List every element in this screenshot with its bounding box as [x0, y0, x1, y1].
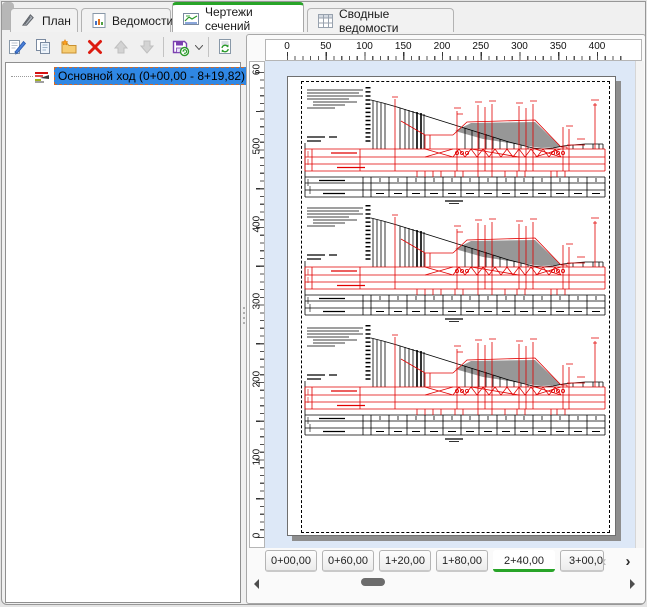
station-tabs-next-icon[interactable]: ›: [619, 552, 637, 572]
main-tab-bar: План Ведомости Чертежи сечений: [2, 2, 645, 32]
delete-icon: [86, 38, 104, 56]
scroll-right-icon[interactable]: [630, 579, 635, 589]
save-dropdown-button[interactable]: [193, 35, 205, 59]
toolbar-separator: [208, 37, 209, 57]
save-drawing-button[interactable]: [167, 35, 193, 59]
new-folder-icon: [60, 38, 78, 56]
sheet-margin-frame: [301, 81, 610, 533]
h-ruler-label: 350: [550, 41, 567, 52]
copy-button[interactable]: [30, 35, 56, 59]
arrow-up-icon: [113, 39, 129, 55]
drafting-tool-icon: [21, 13, 36, 28]
tab-label: План: [42, 14, 71, 28]
drawing-panel: 0 50 100 150 200 250 300 350 400 60 500 …: [246, 34, 646, 604]
tab-label: Чертежи сечений: [205, 5, 293, 33]
section-route-icon: [34, 70, 51, 83]
vertical-ruler: 60 500 400 300 200 100 0: [249, 61, 265, 548]
refresh-drawing-button[interactable]: [212, 35, 238, 59]
station-tab-label: 2+40,00: [504, 555, 544, 567]
station-tab-bar: 0+00,00 0+60,00 1+20,00 1+80,00 2+40,00 …: [265, 550, 604, 574]
horizontal-scrollbar[interactable]: [249, 576, 643, 591]
tab-label: Ведомости: [112, 14, 173, 28]
drawing-canvas[interactable]: [265, 61, 636, 548]
station-tab-label: 0+60,00: [328, 555, 368, 567]
move-down-button[interactable]: [134, 35, 160, 59]
tab-label: Сводные ведомости: [339, 7, 443, 35]
arrow-down-icon: [139, 39, 155, 55]
tree-item-label: Основной ход (0+00,00 - 8+19,82): [54, 67, 249, 85]
delete-button[interactable]: [82, 35, 108, 59]
h-ruler-label: 100: [356, 41, 373, 52]
station-tab-label: 1+80,00: [442, 555, 482, 567]
move-up-button[interactable]: [108, 35, 134, 59]
h-ruler-label: 50: [320, 41, 331, 52]
h-ruler-label: 300: [511, 41, 528, 52]
station-tab[interactable]: 0+60,00: [322, 550, 374, 572]
station-tab-label: 0+00,00: [271, 555, 311, 567]
edit-button[interactable]: [4, 35, 30, 59]
chevron-down-icon: [195, 45, 203, 50]
edit-icon: [8, 38, 27, 56]
h-ruler-minor-ticks: [287, 56, 627, 60]
h-ruler-label: 200: [434, 41, 451, 52]
station-tab-active[interactable]: 2+40,00: [493, 550, 555, 572]
tab-vedomosti[interactable]: Ведомости: [81, 8, 171, 32]
scrollbar-thumb[interactable]: [361, 578, 385, 586]
toolbar-separator: [163, 37, 164, 57]
sections-tree: Основной ход (0+00,00 - 8+19,82): [5, 62, 241, 603]
station-tab[interactable]: 1+80,00: [436, 550, 488, 572]
h-ruler-label: 150: [395, 41, 412, 52]
tab-svodnye-vedomosti[interactable]: Сводные ведомости: [307, 8, 454, 32]
splitter-grip-icon: [243, 304, 245, 327]
tab-chertezhi-sechenii[interactable]: Чертежи сечений: [172, 2, 304, 32]
scroll-left-icon[interactable]: [254, 579, 259, 589]
v-ruler-minor-ticks: [260, 72, 264, 538]
vertical-scrollbar[interactable]: [635, 61, 644, 548]
drawing-sheet: [287, 76, 616, 536]
summary-table-icon: [318, 14, 333, 28]
station-tabs-prev-icon[interactable]: ‹: [595, 552, 613, 572]
h-ruler-label: 400: [589, 41, 606, 52]
new-folder-button[interactable]: [56, 35, 82, 59]
tree-toolbar: [4, 34, 242, 60]
horizontal-ruler: 0 50 100 150 200 250 300 350 400: [265, 39, 642, 61]
copy-icon: [34, 38, 52, 56]
app-window: План Ведомости Чертежи сечений: [1, 1, 646, 605]
h-ruler-label: 0: [284, 41, 290, 52]
report-chart-icon: [92, 13, 106, 28]
station-tab-label: 1+20,00: [385, 555, 425, 567]
save-icon: [171, 38, 190, 57]
section-drawing-icon: [183, 12, 199, 26]
station-tab[interactable]: 1+20,00: [379, 550, 431, 572]
tab-plan[interactable]: План: [10, 8, 78, 32]
station-tab[interactable]: 0+00,00: [265, 550, 317, 572]
h-ruler-label: 250: [472, 41, 489, 52]
refresh-icon: [216, 38, 234, 56]
tree-item-main-route[interactable]: Основной ход (0+00,00 - 8+19,82): [6, 67, 249, 85]
tree-branch-line: [11, 76, 33, 77]
